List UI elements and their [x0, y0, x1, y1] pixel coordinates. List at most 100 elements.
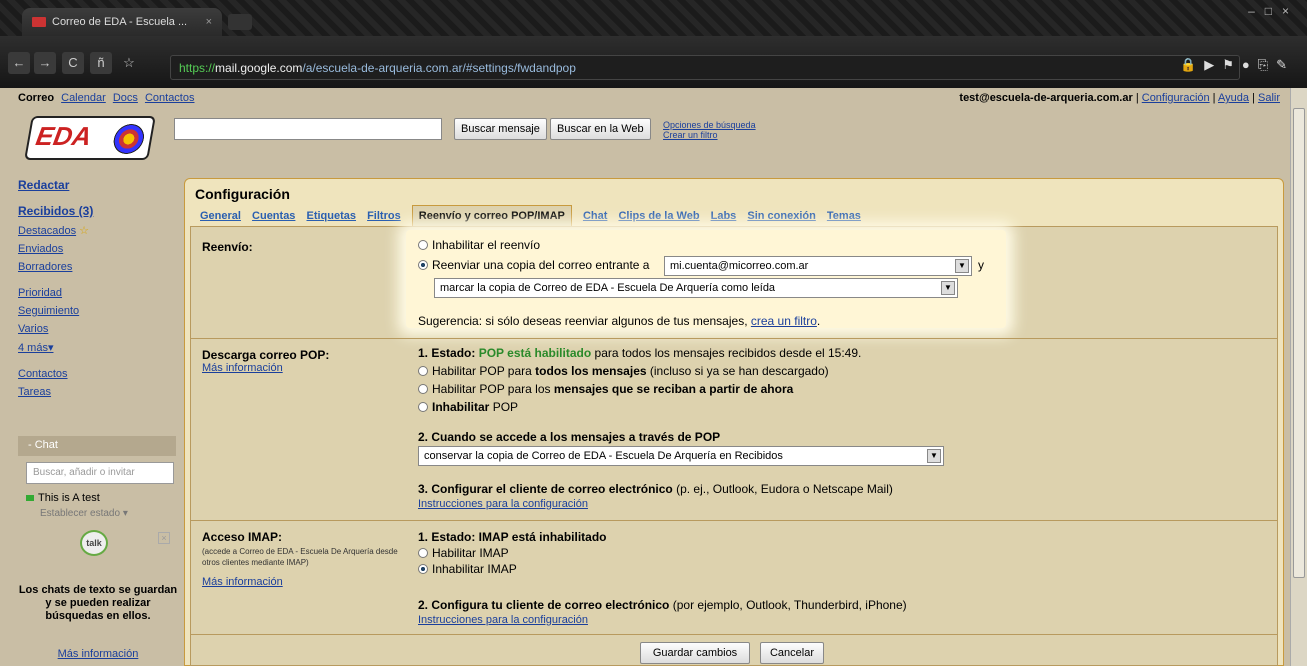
search-options-link[interactable]: Opciones de búsqueda: [663, 120, 756, 130]
extension-icons[interactable]: 🔒▶⚑●⎘✎: [1180, 57, 1295, 73]
imap-title: Acceso IMAP:: [202, 530, 283, 544]
tab-title: Correo de EDA - Escuela ...: [52, 16, 188, 28]
sidebar-item-starred[interactable]: Destacados: [18, 225, 76, 237]
chat-more-link[interactable]: Más información: [18, 648, 178, 660]
reload-icon[interactable]: C: [62, 52, 84, 74]
eda-logo[interactable]: EDA: [24, 116, 156, 160]
forward-enable-radio[interactable]: Reenviar una copia del correo entrante a: [418, 258, 649, 272]
mail-favicon-icon: [32, 17, 46, 27]
search-mail-button[interactable]: Buscar mensaje: [454, 118, 547, 140]
settings-link[interactable]: Configuración: [1142, 92, 1210, 104]
pop-step3: 3. Configurar el cliente de correo elect…: [418, 482, 893, 496]
tab-offline[interactable]: Sin conexión: [747, 210, 815, 222]
section-divider: [190, 634, 1278, 635]
section-divider: [190, 338, 1278, 339]
pop-enable-new-radio[interactable]: Habilitar POP para los mensajes que se r…: [418, 382, 793, 396]
pop-disable-radio[interactable]: Inhabilitar POP: [418, 400, 518, 414]
pop-enable-all-radio[interactable]: Habilitar POP para todos los mensajes (i…: [418, 364, 829, 378]
tab-forwarding[interactable]: Reenvío y correo POP/IMAP: [411, 205, 572, 226]
bookmark-star-icon[interactable]: ☆: [118, 52, 140, 74]
window-controls[interactable]: –□×: [1248, 4, 1299, 18]
top-nav: Correo Calendar Docs Contactos: [18, 92, 194, 104]
tab-labs[interactable]: Labs: [711, 210, 737, 222]
cancel-button[interactable]: Cancelar: [760, 642, 824, 664]
tab-themes[interactable]: Temas: [827, 210, 861, 222]
nav-calendar[interactable]: Calendar: [61, 92, 106, 104]
sidebar-item-tasks[interactable]: Tareas: [18, 386, 178, 398]
tab-accounts[interactable]: Cuentas: [252, 210, 295, 222]
page-title: Configuración: [195, 186, 290, 202]
scrollbar[interactable]: [1290, 88, 1307, 666]
dropdown-arrow-icon: ▼: [955, 259, 969, 273]
forwarding-title: Reenvío:: [202, 240, 253, 254]
pop-instructions-link[interactable]: Instrucciones para la configuración: [418, 498, 588, 510]
sidebar-item-drafts[interactable]: Borradores: [18, 261, 178, 273]
tab-close-icon[interactable]: ×: [206, 16, 212, 28]
chat-user: This is A test: [26, 492, 100, 504]
chat-search-input[interactable]: Buscar, añadir o invitar: [26, 462, 174, 484]
nav-docs[interactable]: Docs: [113, 92, 138, 104]
sidebar-item-priority[interactable]: Prioridad: [18, 287, 178, 299]
nav-correo: Correo: [18, 92, 55, 104]
help-link[interactable]: Ayuda: [1218, 92, 1249, 104]
target-icon: [111, 124, 147, 154]
tab-strip: Correo de EDA - Escuela ... × –□×: [0, 0, 1307, 36]
tab-webclips[interactable]: Clips de la Web: [618, 210, 699, 222]
sidebar-item-misc[interactable]: Varios: [18, 323, 178, 335]
video-icon: [26, 495, 34, 501]
settings-tabs: General Cuentas Etiquetas Filtros Reenví…: [200, 205, 869, 226]
imap-disable-radio[interactable]: Inhabilitar IMAP: [418, 562, 517, 576]
scrollbar-thumb[interactable]: [1293, 108, 1305, 578]
compose-link[interactable]: Redactar: [18, 178, 178, 192]
chat-note: Los chats de texto se guardan y se puede…: [18, 584, 178, 622]
imap-status: 1. Estado: IMAP está inhabilitado: [418, 530, 607, 544]
sidebar: Redactar Recibidos (3) Destacados ☆ Envi…: [18, 178, 178, 404]
forward-email-select[interactable]: mi.cuenta@micorreo.com.ar ▼: [664, 256, 972, 276]
browser-tab[interactable]: Correo de EDA - Escuela ... ×: [22, 8, 222, 36]
imap-enable-radio[interactable]: Habilitar IMAP: [418, 546, 509, 560]
search-web-button[interactable]: Buscar en la Web: [550, 118, 651, 140]
tab-general[interactable]: General: [200, 210, 241, 222]
tab-labels[interactable]: Etiquetas: [307, 210, 357, 222]
star-icon: ☆: [79, 225, 90, 237]
forward-action-select[interactable]: marcar la copia de Correo de EDA - Escue…: [434, 278, 958, 298]
chat-status-select[interactable]: Establecer estado ▾: [40, 508, 128, 519]
dropdown-arrow-icon: ▼: [927, 449, 941, 463]
pop-action-select[interactable]: conservar la copia de Correo de EDA - Es…: [418, 446, 944, 466]
dropdown-arrow-icon: ▼: [941, 281, 955, 295]
signout-link[interactable]: Salir: [1258, 92, 1280, 104]
nav-contactos[interactable]: Contactos: [145, 92, 195, 104]
tab-filters[interactable]: Filtros: [367, 210, 401, 222]
account-bar: test@escuela-de-arqueria.com.ar | Config…: [959, 92, 1280, 104]
create-filter-link[interactable]: Crear un filtro: [663, 130, 718, 140]
back-arrow-icon[interactable]: ←: [8, 52, 30, 74]
chat-header[interactable]: - Chat: [18, 436, 176, 456]
sidebar-item-more[interactable]: 4 más▾: [18, 341, 178, 354]
pop-step2: 2. Cuando se accede a los mensajes a tra…: [418, 430, 721, 444]
create-filter-hint-link[interactable]: crea un filtro: [751, 314, 817, 328]
imap-desc: (accede a Correo de EDA - Escuela De Arq…: [202, 547, 398, 567]
sidebar-item-followup[interactable]: Seguimiento: [18, 305, 178, 317]
new-tab-button[interactable]: [228, 14, 252, 30]
forward-disable-radio[interactable]: Inhabilitar el reenvío: [418, 238, 540, 252]
pop-title: Descarga correo POP:: [202, 348, 330, 362]
account-email: test@escuela-de-arqueria.com.ar: [959, 92, 1133, 104]
section-divider: [190, 520, 1278, 521]
imap-more-link[interactable]: Más información: [202, 576, 283, 588]
close-icon[interactable]: ×: [158, 532, 170, 544]
forward-hint: Sugerencia: si sólo deseas reenviar algu…: [418, 314, 821, 328]
sidebar-item-inbox[interactable]: Recibidos (3): [18, 204, 178, 218]
forward-arrow-icon[interactable]: →: [34, 52, 56, 74]
imap-instructions-link[interactable]: Instrucciones para la configuración: [418, 614, 588, 626]
tab-chat[interactable]: Chat: [583, 210, 607, 222]
talk-icon: talk: [80, 530, 108, 556]
address-bar[interactable]: https://mail.google.com/a/escuela-de-arq…: [170, 55, 1240, 80]
sidebar-item-contacts[interactable]: Contactos: [18, 368, 178, 380]
sidebar-item-sent[interactable]: Enviados: [18, 243, 178, 255]
imap-step2: 2. Configura tu cliente de correo electr…: [418, 598, 907, 612]
home-icon[interactable]: ñ: [90, 52, 112, 74]
search-input[interactable]: [174, 118, 442, 140]
search-options: Opciones de búsqueda Crear un filtro: [663, 120, 756, 140]
save-button[interactable]: Guardar cambios: [640, 642, 750, 664]
pop-more-link[interactable]: Más información: [202, 362, 283, 374]
